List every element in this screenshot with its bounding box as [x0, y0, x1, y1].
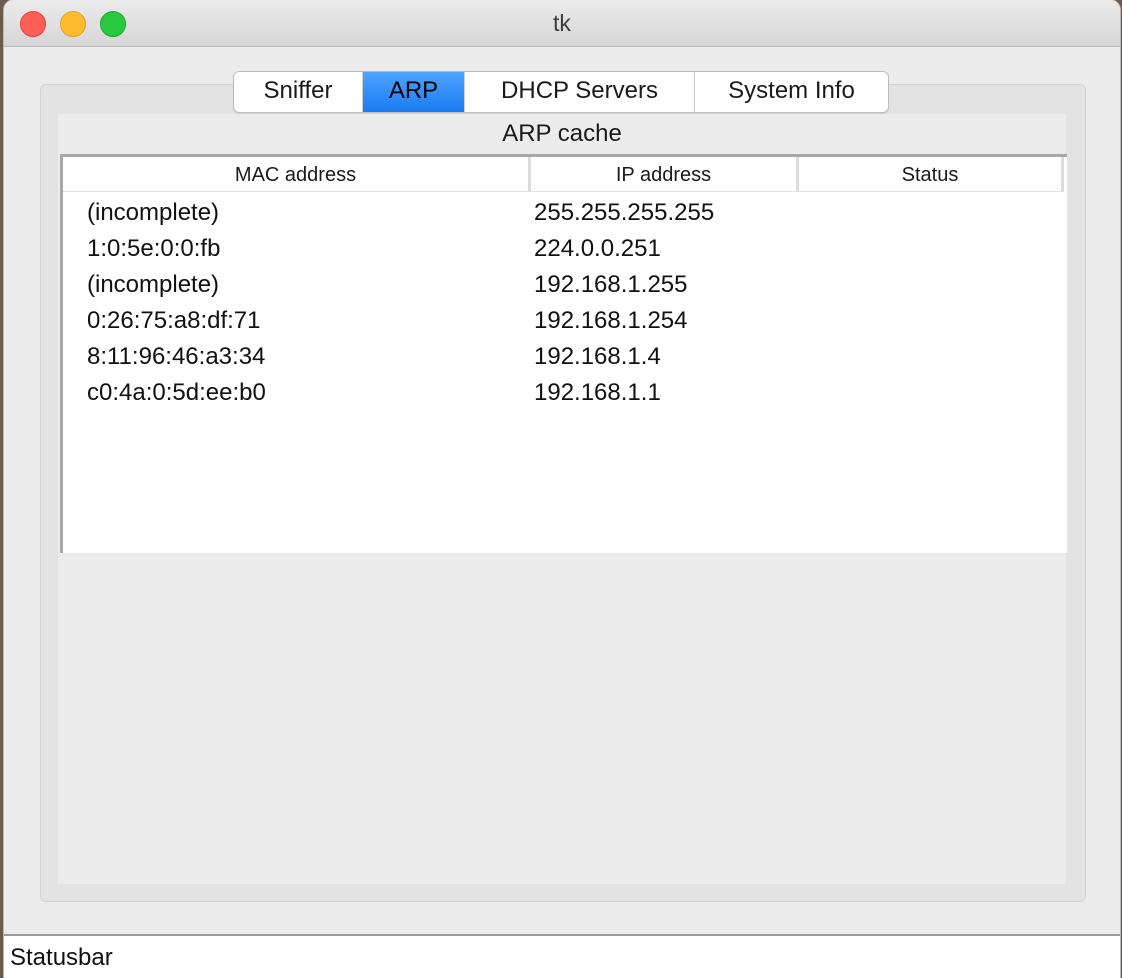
table-row[interactable]: 1:0:5e:0:0:fb 224.0.0.251	[63, 231, 1064, 267]
mac-cell: 0:26:75:a8:df:71	[87, 307, 261, 334]
status-cell	[802, 375, 1064, 411]
status-text: Statusbar	[10, 944, 113, 971]
status-cell	[802, 303, 1064, 339]
ip-cell: 224.0.0.251	[534, 235, 661, 262]
table-body: (incomplete) 255.255.255.255 1:0:5e:0:0:…	[63, 195, 1064, 411]
app-window: tk Sniffer ARP DHCP Servers System Info …	[4, 0, 1120, 978]
window-title: tk	[553, 10, 571, 36]
ip-cell: 192.168.1.4	[534, 343, 661, 370]
column-header-ip[interactable]: IP address	[531, 157, 799, 191]
ip-cell: 192.168.1.255	[534, 271, 688, 298]
status-cell	[802, 339, 1064, 375]
status-cell	[802, 267, 1064, 303]
tab-dhcp-servers[interactable]: DHCP Servers	[465, 72, 695, 112]
title-bar[interactable]: tk	[4, 0, 1120, 47]
table-row[interactable]: c0:4a:0:5d:ee:b0 192.168.1.1	[63, 375, 1064, 411]
arp-table[interactable]: MAC address IP address Status (incomplet…	[60, 154, 1067, 553]
status-bar: Statusbar	[4, 934, 1120, 978]
section-title: ARP cache	[502, 120, 622, 147]
mac-cell: (incomplete)	[87, 199, 220, 226]
status-cell	[802, 231, 1064, 267]
mac-cell: 1:0:5e:0:0:fb	[87, 235, 221, 262]
tab-bar: Sniffer ARP DHCP Servers System Info	[233, 71, 889, 113]
table-row[interactable]: 8:11:96:46:a3:34 192.168.1.4	[63, 339, 1064, 375]
mac-cell: 8:11:96:46:a3:34	[87, 343, 266, 370]
arp-panel: ARP cache MAC address IP address Status …	[58, 114, 1067, 884]
tab-arp[interactable]: ARP	[363, 72, 465, 112]
status-cell	[802, 195, 1064, 231]
column-header-mac[interactable]: MAC address	[63, 157, 531, 191]
ip-cell: 192.168.1.1	[534, 379, 661, 406]
table-row[interactable]: 0:26:75:a8:df:71 192.168.1.254	[63, 303, 1064, 339]
ip-cell: 192.168.1.254	[534, 307, 688, 334]
table-row[interactable]: (incomplete) 192.168.1.255	[63, 267, 1064, 303]
table-row[interactable]: (incomplete) 255.255.255.255	[63, 195, 1064, 231]
mac-cell: c0:4a:0:5d:ee:b0	[87, 379, 266, 406]
ip-cell: 255.255.255.255	[534, 199, 715, 226]
column-header-status[interactable]: Status	[799, 157, 1064, 191]
tab-system-info[interactable]: System Info	[695, 72, 888, 112]
mac-cell: (incomplete)	[87, 271, 220, 298]
table-header: MAC address IP address Status	[63, 157, 1064, 192]
tab-sniffer[interactable]: Sniffer	[234, 72, 363, 112]
